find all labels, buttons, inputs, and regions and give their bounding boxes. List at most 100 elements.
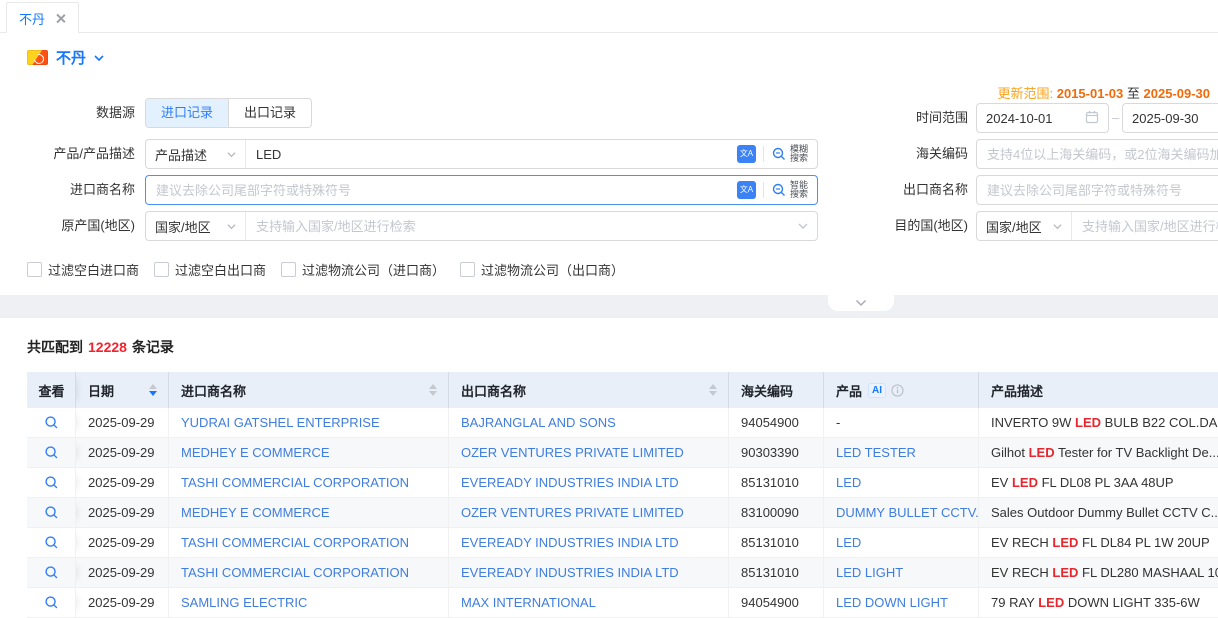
country-name: 不丹 xyxy=(56,47,86,68)
date-to-input[interactable]: 2025-09-30 xyxy=(1122,103,1218,133)
destination-type-select[interactable]: 国家/地区 xyxy=(977,212,1072,240)
product-link[interactable]: LED xyxy=(824,468,979,497)
product-keyword-input[interactable] xyxy=(246,140,728,168)
origin-type-select[interactable]: 国家/地区 xyxy=(146,212,246,240)
results-table: 查看 日期 进口商名称 出口商名称 海关编码 产品 AI 产品描述 xyxy=(27,372,1218,618)
checkbox-filter-blank-importer[interactable]: 过滤空白进口商 xyxy=(27,260,139,279)
collapse-panel-button[interactable] xyxy=(828,295,894,311)
hs-code-group xyxy=(976,139,1218,169)
header-date[interactable]: 日期 xyxy=(76,372,169,408)
product-link[interactable]: LED TESTER xyxy=(824,438,979,467)
sort-icon-date[interactable] xyxy=(141,384,157,396)
product-link[interactable]: LED DOWN LIGHT xyxy=(824,588,979,617)
date-to-value: 2025-09-30 xyxy=(1132,111,1199,126)
header-importer[interactable]: 进口商名称 xyxy=(169,372,449,408)
origin-group: 国家/地区 xyxy=(145,211,818,241)
product-type-select[interactable]: 产品描述 xyxy=(146,140,246,168)
info-icon[interactable] xyxy=(891,384,904,397)
importer-link[interactable]: TASHI COMMERCIAL CORPORATION xyxy=(169,528,449,557)
exporter-link[interactable]: MAX INTERNATIONAL xyxy=(449,588,729,617)
hs-code-cell: 83100090 xyxy=(729,498,824,527)
smart-search-button[interactable]: 智能搜索 xyxy=(771,181,808,199)
exporter-link[interactable]: EVEREADY INDUSTRIES INDIA LTD xyxy=(449,468,729,497)
chevron-down-icon xyxy=(227,150,236,159)
view-record-button[interactable] xyxy=(27,408,76,437)
calendar-icon[interactable] xyxy=(1085,110,1099,127)
product-link[interactable]: LED LIGHT xyxy=(824,558,979,587)
translate-icon[interactable]: 文A xyxy=(737,145,756,163)
importer-name-input[interactable] xyxy=(146,176,728,204)
country-header[interactable]: 不丹 xyxy=(27,47,104,68)
exporter-link[interactable]: EVEREADY INDUSTRIES INDIA LTD xyxy=(449,528,729,557)
checkbox-icon[interactable] xyxy=(460,262,475,277)
search-icon xyxy=(771,182,787,198)
date-from-value: 2024-10-01 xyxy=(986,111,1053,126)
date-cell: 2025-09-29 xyxy=(76,558,169,587)
hs-code-cell: 85131010 xyxy=(729,558,824,587)
exporter-link[interactable]: BAJRANGLAL AND SONS xyxy=(449,408,729,437)
description-cell: Sales Outdoor Dummy Bullet CCTV C... xyxy=(979,498,1218,527)
view-record-button[interactable] xyxy=(27,588,76,617)
origin-chevron[interactable] xyxy=(789,221,817,231)
sort-icon-importer[interactable] xyxy=(421,384,437,396)
checkbox-filter-logistics-importer[interactable]: 过滤物流公司（进口商） xyxy=(281,260,445,279)
update-range-label: 更新范围: xyxy=(997,86,1053,101)
hs-code-cell: 90303390 xyxy=(729,438,824,467)
close-icon[interactable] xyxy=(55,13,66,24)
checkbox-icon[interactable] xyxy=(154,262,169,277)
hs-code-cell: 85131010 xyxy=(729,468,824,497)
trade-search-page: 不丹 不丹 更新范围: 2015-01-03 至 2025-09-30 数据源 … xyxy=(0,0,1218,618)
importer-input-icons: 文A 智能搜索 xyxy=(728,181,817,199)
checkbox-icon[interactable] xyxy=(27,262,42,277)
date-cell: 2025-09-29 xyxy=(76,498,169,527)
checkbox-icon[interactable] xyxy=(281,262,296,277)
checkbox-filter-logistics-exporter[interactable]: 过滤物流公司（出口商） xyxy=(460,260,624,279)
data-source-label: 数据源 xyxy=(0,98,135,128)
view-record-button[interactable] xyxy=(27,558,76,587)
product-label: 产品/产品描述 xyxy=(0,139,135,169)
sort-icon-exporter[interactable] xyxy=(701,384,717,396)
exporter-link[interactable]: OZER VENTURES PRIVATE LIMITED xyxy=(449,498,729,527)
exporter-link[interactable]: OZER VENTURES PRIVATE LIMITED xyxy=(449,438,729,467)
hs-code-input[interactable] xyxy=(977,140,1218,168)
view-record-button[interactable] xyxy=(27,498,76,527)
importer-link[interactable]: TASHI COMMERCIAL CORPORATION xyxy=(169,468,449,497)
header-exporter[interactable]: 出口商名称 xyxy=(449,372,729,408)
fuzzy-search-button[interactable]: 模糊搜索 xyxy=(771,145,808,163)
table-row: 2025-09-29 YUDRAI GATSHEL ENTERPRISE BAJ… xyxy=(27,408,1218,438)
view-record-button[interactable] xyxy=(27,468,76,497)
description-cell: INVERTO 9W LED BULB B22 COL.DA ... xyxy=(979,408,1218,437)
export-records-tab[interactable]: 出口记录 xyxy=(228,99,311,127)
product-link[interactable]: LED xyxy=(824,528,979,557)
chevron-down-icon[interactable] xyxy=(94,53,104,63)
hs-code-cell: 94054900 xyxy=(729,588,824,617)
tab-bhutan[interactable]: 不丹 xyxy=(6,2,79,33)
importer-link[interactable]: YUDRAI GATSHEL ENTERPRISE xyxy=(169,408,449,437)
origin-country-input[interactable] xyxy=(246,212,789,240)
view-record-button[interactable] xyxy=(27,438,76,467)
date-from-input[interactable]: 2024-10-01 xyxy=(976,103,1109,133)
product-link[interactable]: DUMMY BULLET CCTV... xyxy=(824,498,979,527)
import-records-tab[interactable]: 进口记录 xyxy=(146,99,228,127)
table-row: 2025-09-29 TASHI COMMERCIAL CORPORATION … xyxy=(27,558,1218,588)
date-cell: 2025-09-29 xyxy=(76,468,169,497)
magnifier-icon xyxy=(44,595,59,610)
exporter-name-input[interactable] xyxy=(977,176,1218,204)
product-input-icons: 文A 模糊搜索 xyxy=(728,145,817,163)
checkbox-filter-blank-exporter[interactable]: 过滤空白出口商 xyxy=(154,260,266,279)
view-record-button[interactable] xyxy=(27,528,76,557)
header-product: 产品 AI xyxy=(824,372,979,408)
importer-link[interactable]: MEDHEY E COMMERCE xyxy=(169,498,449,527)
ai-badge: AI xyxy=(868,383,886,398)
date-cell: 2025-09-29 xyxy=(76,408,169,437)
filter-checkbox-row: 过滤空白进口商 过滤空白出口商 过滤物流公司（进口商） 过滤物流公司（出口商） xyxy=(27,260,624,279)
importer-link[interactable]: SAMLING ELECTRIC xyxy=(169,588,449,617)
divider xyxy=(763,146,764,162)
exporter-group xyxy=(976,175,1218,205)
exporter-link[interactable]: EVEREADY INDUSTRIES INDIA LTD xyxy=(449,558,729,587)
destination-country-input[interactable] xyxy=(1072,212,1218,240)
translate-icon[interactable]: 文A xyxy=(737,181,756,199)
importer-link[interactable]: TASHI COMMERCIAL CORPORATION xyxy=(169,558,449,587)
importer-link[interactable]: MEDHEY E COMMERCE xyxy=(169,438,449,467)
description-cell: EV LED FL DL08 PL 3AA 48UP xyxy=(979,468,1218,497)
